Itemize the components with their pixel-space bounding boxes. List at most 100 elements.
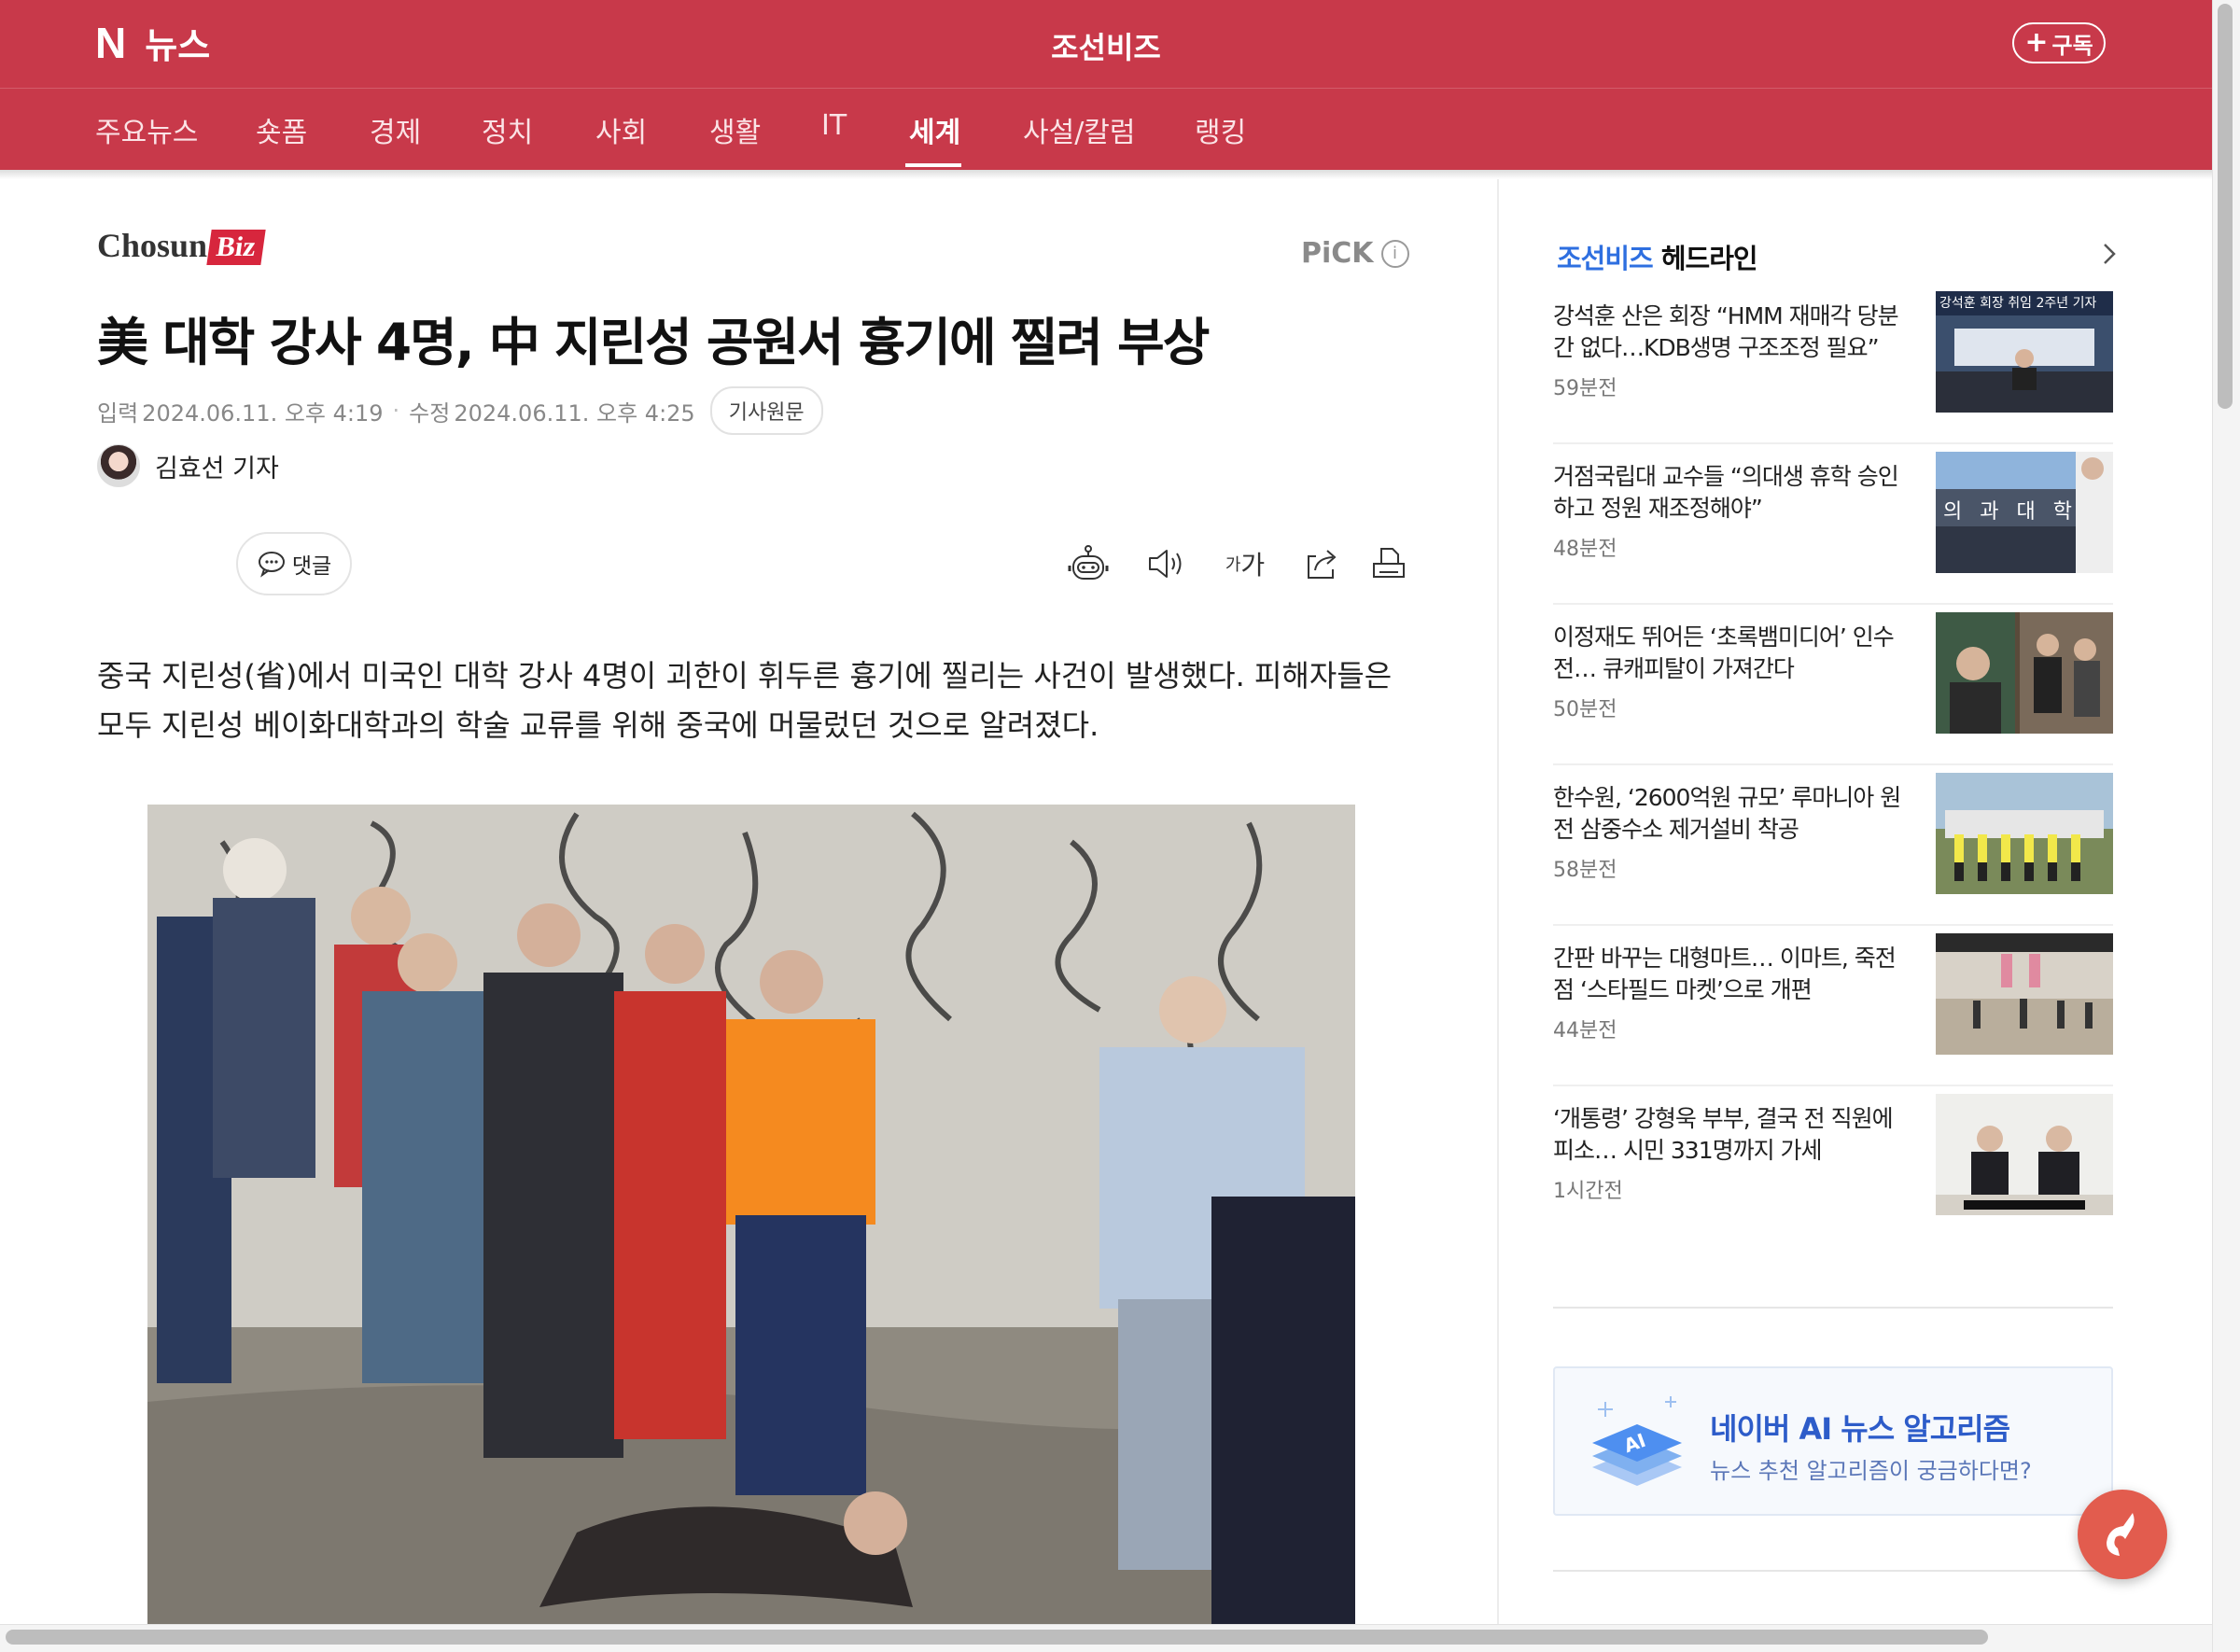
- reporter-avatar: [97, 444, 140, 487]
- reporter-name: 김효선 기자: [155, 454, 279, 483]
- ai-banner-title: 네이버 AI 뉴스 알고리즘: [1710, 1411, 2010, 1447]
- font-large-icon: 가: [1240, 550, 1266, 581]
- share-button[interactable]: [1299, 541, 1344, 586]
- headline-thumbnail[interactable]: [1936, 773, 2113, 894]
- sidebar-title-press: 조선비즈: [1557, 243, 1654, 274]
- headline-thumbnail[interactable]: [1936, 933, 2113, 1055]
- headline-title[interactable]: 이정재도 뛰어든 ‘초록뱀미디어’ 인수전… 큐캐피탈이 가져간다: [1553, 622, 1908, 685]
- article-lead: 중국 지린성(省)에서 미국인 대학 강사 4명이 괴한이 휘두른 흉기에 찔리…: [97, 658, 1393, 743]
- header-shadow: [0, 170, 2212, 179]
- nav-item-politics[interactable]: 정치: [482, 109, 533, 150]
- headline-item[interactable]: 한수원, ‘2600억원 규모’ 루마니아 원전 삼중수소 제거설비 착공 58…: [1553, 765, 2113, 926]
- nav-item-it[interactable]: IT: [821, 109, 847, 142]
- text-to-speech-button[interactable]: [1144, 541, 1189, 586]
- pick-label: PiCK: [1301, 237, 1374, 270]
- font-size-button[interactable]: 가가: [1219, 541, 1271, 586]
- print-icon: [1373, 548, 1405, 578]
- edit-time: 2024.06.11. 오후 4:25: [454, 399, 695, 427]
- ai-banner-subtitle: 뉴스 추천 알고리즘이 궁금하다면?: [1710, 1458, 2032, 1484]
- input-label: 입력: [97, 399, 139, 427]
- headline-item[interactable]: 거점국립대 교수들 “의대생 휴학 승인하고 정원 재조정해야” 48분전 의 …: [1553, 444, 2113, 605]
- headline-title[interactable]: 강석훈 산은 회장 “HMM 재매각 당분간 없다…KDB생명 구조조정 필요”: [1553, 301, 1908, 364]
- nav-item-main-news[interactable]: 주요뉴스: [95, 109, 198, 150]
- share-icon: [1308, 550, 1337, 579]
- article-area: Chosun Biz PiCK i 美 대학 강사 4명, 中 지린성 공원서 …: [0, 179, 1497, 1624]
- logo-biz: Biz: [206, 230, 266, 265]
- input-time: 2024.06.11. 오후 4:19: [142, 399, 384, 427]
- news-photo-illustration: [147, 805, 1355, 1624]
- comment-button[interactable]: 댓글: [236, 532, 352, 595]
- sidebar-separator: [1553, 1307, 2113, 1309]
- headline-thumbnail[interactable]: [1936, 1094, 2113, 1215]
- nav-item-economy[interactable]: 경제: [370, 109, 421, 150]
- headline-time: 50분전: [1553, 698, 1617, 721]
- article-photo[interactable]: [147, 805, 1355, 1624]
- print-button[interactable]: [1366, 541, 1411, 586]
- floating-action-button[interactable]: [2078, 1490, 2167, 1579]
- headline-title[interactable]: 거점국립대 교수들 “의대생 휴학 승인하고 정원 재조정해야”: [1553, 461, 1908, 525]
- chevron-right-icon: [2104, 244, 2116, 264]
- unicorn-icon: [2107, 1513, 2135, 1556]
- nav-item-ranking[interactable]: 랭킹: [1195, 109, 1246, 150]
- nav-item-society[interactable]: 사회: [595, 109, 647, 150]
- font-small-icon: 가: [1225, 555, 1241, 575]
- pick-badge[interactable]: PiCK i: [1301, 237, 1409, 270]
- ai-layers-icon: AI: [1589, 1389, 1686, 1505]
- logo-chosun: Chosun: [97, 227, 208, 264]
- comment-label: 댓글: [291, 554, 332, 579]
- headline-thumbnail[interactable]: 강석훈 회장 취임 2주년 기자: [1936, 291, 2113, 413]
- ai-algorithm-banner[interactable]: AI 네이버 AI 뉴스 알고리즘 뉴스 추천 알고리즘이 궁금하다면?: [1553, 1366, 2113, 1516]
- meta-dot: ·: [392, 398, 400, 424]
- sidebar-more-button[interactable]: [2098, 241, 2121, 271]
- headline-time: 59분전: [1553, 377, 1617, 400]
- column-divider: [1497, 179, 1499, 1624]
- headline-time: 58분전: [1553, 859, 1617, 882]
- edit-label: 수정: [409, 399, 451, 427]
- article-headline: 美 대학 강사 4명, 中 지린성 공원서 흉기에 찔려 부상: [97, 313, 1210, 372]
- nav-item-life[interactable]: 생활: [709, 109, 761, 150]
- headline-title[interactable]: 한수원, ‘2600억원 규모’ 루마니아 원전 삼중수소 제거설비 착공: [1553, 782, 1908, 846]
- original-article-button[interactable]: 기사원문: [709, 386, 823, 435]
- nav-active-underline: [905, 163, 961, 167]
- headline-title[interactable]: ‘개통령’ 강형욱 부부, 결국 전 직원에 피소… 시민 331명까지 가세: [1553, 1103, 1908, 1167]
- nav-item-world[interactable]: 세계: [909, 109, 960, 150]
- headline-item[interactable]: 이정재도 뛰어든 ‘초록뱀미디어’ 인수전… 큐캐피탈이 가져간다 50분전: [1553, 605, 2113, 765]
- headline-time: 48분전: [1553, 538, 1617, 561]
- header-topbar: N 뉴스 조선비즈 + 구독: [0, 0, 2212, 88]
- plus-icon: +: [2024, 26, 2049, 59]
- nav-item-shortform[interactable]: 숏폼: [256, 109, 307, 150]
- headline-item[interactable]: 강석훈 산은 회장 “HMM 재매각 당분간 없다…KDB생명 구조조정 필요”…: [1553, 284, 2113, 444]
- section-nav: 주요뉴스 숏폼 경제 정치 사회 생활 IT 세계 사설/칼럼 랭킹: [0, 88, 2212, 170]
- horizontal-scrollbar-thumb[interactable]: [6, 1630, 1988, 1645]
- chosunbiz-logo[interactable]: Chosun Biz: [97, 226, 266, 265]
- headline-thumbnail[interactable]: [1936, 612, 2113, 734]
- sidebar-separator-bottom: [1553, 1570, 2113, 1572]
- thumbnail-caption: 의 과 대 학: [1943, 500, 2078, 524]
- headline-time: 1시간전: [1553, 1180, 1623, 1203]
- reporter-info[interactable]: 김효선 기자: [97, 444, 279, 487]
- headline-list: 강석훈 산은 회장 “HMM 재매각 당분간 없다…KDB생명 구조조정 필요”…: [1553, 284, 2113, 1247]
- headline-title[interactable]: 간판 바꾸는 대형마트… 이마트, 죽전점 ‘스타필드 마켓’으로 개편: [1553, 943, 1908, 1006]
- sidebar-title-rest: 헤드라인: [1652, 243, 1758, 274]
- video-apology-image: [1936, 1094, 2113, 1215]
- vertical-scrollbar-thumb[interactable]: [2218, 4, 2233, 409]
- sidebar-title[interactable]: 조선비즈 헤드라인: [1557, 237, 1758, 276]
- top-header: N 뉴스 조선비즈 + 구독 주요뉴스 숏폼 경제 정치 사회 생활 IT 세계…: [0, 0, 2212, 170]
- nav-item-editorial[interactable]: 사설/칼럼: [1023, 109, 1136, 150]
- drama-scene-image: [1936, 612, 2113, 734]
- headline-time: 44분전: [1553, 1019, 1617, 1043]
- subscribe-button[interactable]: + 구독: [2012, 22, 2106, 63]
- press-title[interactable]: 조선비즈: [0, 24, 2212, 67]
- headline-thumbnail[interactable]: 의 과 대 학: [1936, 452, 2113, 573]
- groundbreaking-ceremony-image: [1936, 773, 2113, 894]
- headline-item[interactable]: ‘개통령’ 강형욱 부부, 결국 전 직원에 피소… 시민 331명까지 가세 …: [1553, 1086, 2113, 1247]
- headline-item[interactable]: 간판 바꾸는 대형마트… 이마트, 죽전점 ‘스타필드 마켓’으로 개편 44분…: [1553, 926, 2113, 1086]
- info-icon: i: [1380, 239, 1409, 268]
- thumbnail-caption: 강석훈 회장 취임 2주년 기자: [1939, 296, 2097, 311]
- speaker-icon: [1149, 550, 1182, 578]
- summary-bot-button[interactable]: [1066, 541, 1111, 586]
- subscribe-label: 구독: [2051, 32, 2093, 59]
- article-meta: 입력 2024.06.11. 오후 4:19 · 수정 2024.06.11. …: [97, 386, 823, 435]
- supermarket-image: [1936, 933, 2113, 1055]
- speech-bubble-icon: [258, 552, 285, 578]
